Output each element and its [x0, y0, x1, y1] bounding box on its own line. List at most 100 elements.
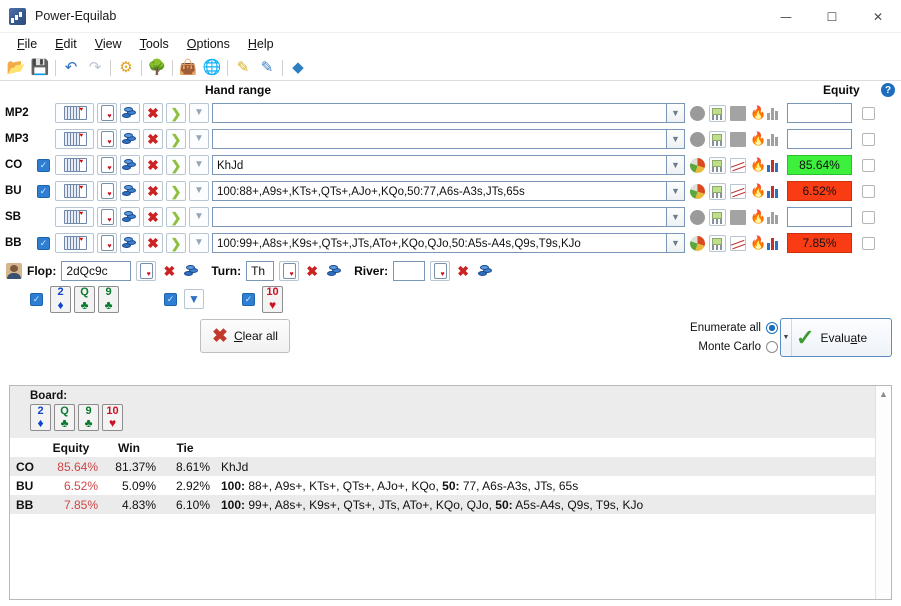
card-selector-icon[interactable] [97, 233, 117, 253]
line-chart-icon[interactable] [730, 131, 746, 147]
hand-range-input-co[interactable]: KhJd [212, 155, 667, 175]
range-history-dropdown-icon[interactable]: ▼ [189, 129, 209, 149]
calculator-icon[interactable] [709, 130, 726, 148]
hand-range-input-mp3[interactable] [212, 129, 667, 149]
bar-chart-icon[interactable] [767, 132, 782, 146]
scroll-up-icon[interactable]: ▲ [876, 386, 891, 402]
row-select-checkbox-mp3[interactable] [862, 132, 875, 146]
hand-range-dropdown-icon[interactable]: ▼ [667, 207, 685, 227]
hand-range-input-bb[interactable]: 100:99+,A8s+,K9s+,QTs+,JTs,ATo+,KQo,QJo,… [212, 233, 667, 253]
row-select-checkbox-co[interactable] [862, 158, 875, 172]
range-history-dropdown-icon[interactable]: ▼ [189, 181, 209, 201]
pencil-blue-icon[interactable]: ✎ [255, 57, 279, 79]
range-grid-icon[interactable] [55, 181, 94, 201]
flame-icon[interactable]: 🔥 [750, 158, 766, 173]
turn-filter-checkbox[interactable]: ✓ [164, 292, 177, 306]
menu-edit[interactable]: Edit [46, 35, 86, 53]
clear-range-icon[interactable]: ✖ [143, 181, 163, 201]
redo-icon[interactable]: ↷ [83, 57, 107, 79]
player-enable-checkbox-bu[interactable]: ✓ [37, 184, 50, 198]
flop-input[interactable]: 2dQc9c [61, 261, 132, 281]
settings-icon[interactable]: ⚙ [114, 57, 138, 79]
card-10-h[interactable]: 10 ♥ [102, 404, 123, 431]
card-2-d[interactable]: 2 ♦ [50, 285, 71, 313]
hand-range-dropdown-icon[interactable]: ▼ [667, 129, 685, 149]
flame-icon[interactable]: 🔥 [750, 132, 766, 147]
card-selector-icon[interactable] [97, 155, 117, 175]
menu-tools[interactable]: Tools [131, 35, 178, 53]
close-button[interactable]: ✕ [855, 0, 901, 33]
results-row-bu[interactable]: BU 6.52% 5.09% 2.92% 100: 88+, A9s+, KTs+, Q… [10, 476, 891, 495]
equity-pie-icon[interactable] [690, 157, 705, 173]
row-select-checkbox-sb[interactable] [862, 210, 875, 224]
flame-icon[interactable]: 🔥 [750, 210, 766, 225]
results-scrollbar[interactable]: ▲ [875, 386, 891, 599]
line-chart-icon[interactable] [730, 183, 746, 199]
help-icon[interactable]: ? [881, 83, 895, 97]
river-enable-checkbox[interactable]: ✓ [242, 292, 255, 306]
random-chips-icon[interactable] [120, 233, 140, 253]
card-selector-icon[interactable] [97, 207, 117, 227]
monte-carlo-option[interactable]: Monte Carlo [690, 337, 778, 356]
hand-range-input-bu[interactable]: 100:88+,A9s+,KTs+,QTs+,AJo+,KQo,50:77,A6… [212, 181, 667, 201]
row-select-checkbox-bb[interactable] [862, 236, 875, 250]
equity-pie-icon[interactable] [690, 209, 705, 225]
river-random-chips-icon[interactable] [476, 261, 496, 281]
card-2-d[interactable]: 2 ♦ [30, 404, 51, 431]
range-grid-icon[interactable] [55, 155, 94, 175]
clear-range-icon[interactable]: ✖ [143, 233, 163, 253]
flop-clear-icon[interactable]: ✖ [159, 261, 179, 281]
card-9-c[interactable]: 9 ♣ [98, 285, 119, 313]
turn-card-picker-icon[interactable] [279, 261, 300, 281]
range-grid-icon[interactable] [55, 129, 94, 149]
flame-icon[interactable]: 🔥 [750, 236, 766, 251]
enumerate-all-option[interactable]: Enumerate all [690, 318, 778, 337]
turn-input[interactable]: Th [246, 261, 275, 281]
flame-icon[interactable]: 🔥 [750, 106, 766, 121]
tree-icon[interactable]: 🌳 [145, 57, 169, 79]
flop-card-picker-icon[interactable] [136, 261, 157, 281]
pencil-yellow-icon[interactable]: ✎ [231, 57, 255, 79]
evaluate-dropdown-icon[interactable]: ▼ [781, 319, 792, 356]
open-icon[interactable]: 📂 [4, 57, 28, 79]
random-chips-icon[interactable] [120, 103, 140, 123]
equity-pie-icon[interactable] [690, 105, 705, 121]
bar-chart-icon[interactable] [767, 106, 782, 120]
clear-all-button[interactable]: ✖ Clear all [200, 319, 290, 353]
player-enable-checkbox-bb[interactable]: ✓ [37, 236, 50, 250]
hand-range-input-sb[interactable] [212, 207, 667, 227]
card-selector-icon[interactable] [97, 129, 117, 149]
line-chart-icon[interactable] [730, 157, 746, 173]
calculator-icon[interactable] [709, 234, 726, 252]
random-chips-icon[interactable] [120, 155, 140, 175]
player-enable-checkbox-co[interactable]: ✓ [37, 158, 50, 172]
calculator-icon[interactable] [709, 208, 726, 226]
hand-range-dropdown-icon[interactable]: ▼ [667, 103, 685, 123]
random-chips-icon[interactable] [120, 181, 140, 201]
hand-range-dropdown-icon[interactable]: ▼ [667, 181, 685, 201]
menu-file[interactable]: File [8, 35, 46, 53]
card-Q-c[interactable]: Q ♣ [54, 404, 75, 431]
line-chart-icon[interactable] [730, 209, 746, 225]
globe-icon[interactable]: 🌐 [200, 57, 224, 79]
line-chart-icon[interactable] [730, 105, 746, 121]
calculator-icon[interactable] [709, 156, 726, 174]
hand-range-dropdown-icon[interactable]: ▼ [667, 155, 685, 175]
undo-icon[interactable]: ↶ [59, 57, 83, 79]
range-history-dropdown-icon[interactable]: ▼ [189, 155, 209, 175]
line-chart-icon[interactable] [730, 235, 746, 251]
card-selector-icon[interactable] [97, 103, 117, 123]
card-9-c[interactable]: 9 ♣ [78, 404, 99, 431]
hand-range-input-mp2[interactable] [212, 103, 667, 123]
filter-funnel-icon[interactable]: ▼ [184, 289, 204, 309]
hand-range-dropdown-icon[interactable]: ▼ [667, 233, 685, 253]
range-grid-icon[interactable] [55, 207, 94, 227]
range-grid-icon[interactable] [55, 103, 94, 123]
apply-range-icon[interactable]: ❯ [166, 181, 186, 201]
range-history-dropdown-icon[interactable]: ▼ [189, 233, 209, 253]
clear-range-icon[interactable]: ✖ [143, 155, 163, 175]
menu-options[interactable]: Options [178, 35, 239, 53]
range-history-dropdown-icon[interactable]: ▼ [189, 103, 209, 123]
bag-icon[interactable]: 👜 [176, 57, 200, 79]
card-Q-c[interactable]: Q ♣ [74, 285, 95, 313]
